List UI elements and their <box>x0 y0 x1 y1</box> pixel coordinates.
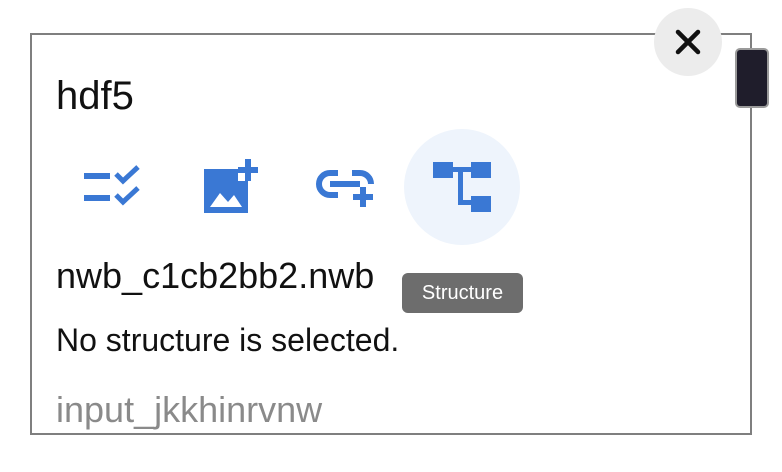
dialog-stage: hdf5 nwb_c1cb2bb2.nwb Structure No struc… <box>0 0 782 472</box>
structure-tooltip: Structure <box>402 273 523 313</box>
checklist-icon <box>84 165 140 206</box>
file-name: nwb_c1cb2bb2.nwb <box>56 255 375 296</box>
close-button[interactable] <box>654 8 722 76</box>
add-link-icon <box>316 170 374 207</box>
panel-title: hdf5 <box>56 74 134 118</box>
structure-tree-icon <box>433 162 491 212</box>
structure-button[interactable] <box>404 129 520 245</box>
side-drag-handle[interactable] <box>737 50 767 106</box>
checklist-button[interactable] <box>55 129 171 245</box>
add-image-icon <box>204 159 258 213</box>
close-icon <box>675 29 701 55</box>
structure-input[interactable] <box>56 388 696 432</box>
add-image-button[interactable] <box>173 129 289 245</box>
structure-status: No structure is selected. <box>56 322 400 358</box>
add-link-button[interactable] <box>289 129 405 245</box>
